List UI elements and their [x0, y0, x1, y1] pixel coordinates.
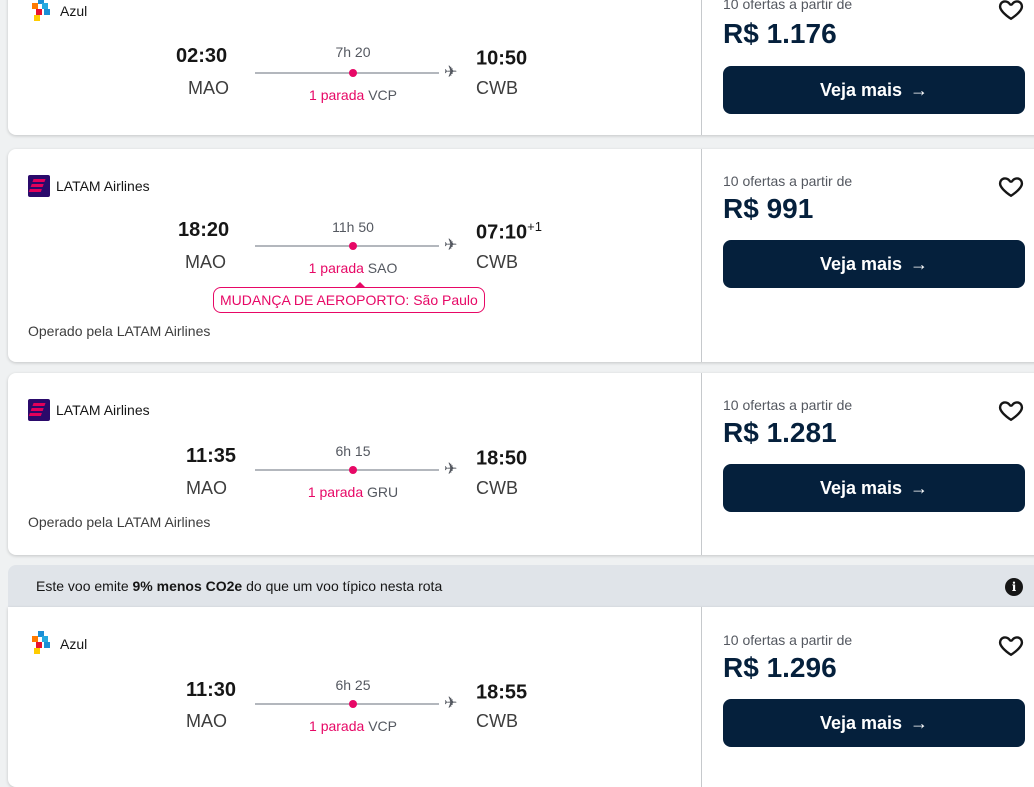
airport-change-warning: MUDANÇA DE AEROPORTO: São Paulo: [213, 282, 485, 313]
eco-banner: Este voo emite 9% menos CO2e do que um v…: [8, 565, 1034, 607]
route-line: [255, 72, 439, 74]
airline-name: LATAM Airlines: [56, 178, 150, 194]
route-line: [255, 703, 439, 705]
stops-info: 1 parada GRU: [253, 484, 453, 500]
airline: LATAM Airlines: [28, 175, 150, 197]
stop-dot: [349, 700, 357, 708]
arrival-airport: CWB: [476, 78, 518, 98]
flight-card-3[interactable]: LATAM Airlines 11:35 MAO 6h 15 ✈ 1 parad…: [8, 373, 1034, 555]
offers-text: 10 ofertas a partir de: [723, 173, 853, 189]
see-more-button[interactable]: Veja mais →: [723, 66, 1025, 114]
departure-airport: MAO: [186, 711, 228, 731]
stops-info: 1 parada SAO: [253, 260, 453, 276]
offers-text: 10 ofertas a partir de: [723, 632, 853, 648]
see-more-button[interactable]: Veja mais →: [723, 464, 1025, 512]
price: R$ 991: [723, 193, 814, 224]
airline-name: Azul: [60, 636, 88, 652]
stop-airport: GRU: [367, 484, 399, 500]
flight-details: Azul 02:30 MAO 7h 20 ✈ 1 parada VCP 10:5…: [8, 0, 701, 135]
offers-text: 10 ofertas a partir de: [723, 397, 853, 413]
route-line: [255, 469, 439, 471]
arrival-airport: CWB: [476, 252, 518, 272]
airline-name: LATAM Airlines: [56, 402, 150, 418]
azul-logo-icon: [28, 0, 54, 24]
plane-icon: ✈: [444, 461, 458, 478]
heart-icon[interactable]: [998, 0, 1024, 22]
arrival-time: 07:10+1: [476, 219, 542, 244]
plane-icon: ✈: [444, 695, 458, 712]
price-panel: 10 ofertas a partir de R$ 1.296 Veja mai…: [702, 607, 1034, 787]
stops-count: 1 parada: [307, 484, 364, 500]
arrival-airport: CWB: [476, 478, 518, 498]
azul-logo-icon: [28, 631, 54, 657]
flight-duration: 6h 25: [335, 677, 371, 693]
info-icon[interactable]: i: [1005, 578, 1023, 596]
departure-airport: MAO: [188, 78, 230, 98]
see-more-button[interactable]: Veja mais →: [723, 240, 1025, 288]
arrow-right-icon: →: [910, 712, 929, 733]
stops-count: 1 parada: [309, 718, 365, 734]
stops-info: 1 parada VCP: [253, 718, 453, 734]
stop-airport: VCP: [368, 87, 397, 103]
heart-icon[interactable]: [998, 397, 1024, 423]
plane-icon: ✈: [444, 237, 458, 254]
price: R$ 1.176: [723, 18, 837, 49]
operated-by: Operado pela LATAM Airlines: [28, 514, 211, 530]
stop-dot: [349, 466, 357, 474]
stop-dot: [349, 69, 357, 77]
arrow-right-icon: →: [910, 79, 929, 100]
arrival-airport: CWB: [476, 711, 518, 731]
stops-info: 1 parada VCP: [253, 87, 453, 103]
stops-count: 1 parada: [309, 87, 365, 103]
route-line: [255, 245, 439, 247]
arrival-time: 18:50: [476, 447, 528, 470]
heart-icon[interactable]: [998, 173, 1024, 199]
stop-airport: SAO: [367, 260, 398, 276]
price: R$ 1.281: [723, 417, 837, 448]
departure-time: 11:30: [186, 679, 237, 701]
flight-card-4[interactable]: Azul 11:30 MAO 6h 25 ✈ 1 parada VCP 18:5…: [8, 607, 1034, 787]
arrow-right-icon: →: [910, 477, 929, 498]
flight-details: Azul 11:30 MAO 6h 25 ✈ 1 parada VCP 18:5…: [8, 607, 701, 787]
arrival-time: 18:55: [476, 681, 528, 704]
offers-text: 10 ofertas a partir de: [723, 0, 853, 12]
flight-duration: 6h 15: [335, 443, 371, 459]
price-panel: 10 ofertas a partir de R$ 1.281 Veja mai…: [702, 373, 1034, 555]
plane-icon: ✈: [444, 64, 458, 81]
flight-details: LATAM Airlines 11:35 MAO 6h 15 ✈ 1 parad…: [8, 373, 701, 555]
flight-card-2[interactable]: LATAM Airlines 18:20 MAO 11h 50 ✈ 1 para…: [8, 149, 1034, 362]
stop-airport: VCP: [368, 718, 397, 734]
airline: Azul: [28, 0, 87, 24]
stops-count: 1 parada: [308, 260, 364, 276]
airline: LATAM Airlines: [28, 399, 150, 421]
see-more-button[interactable]: Veja mais →: [723, 699, 1025, 747]
departure-time: 02:30: [176, 45, 228, 67]
arrival-time: 10:50: [476, 47, 528, 70]
latam-logo-icon: [28, 175, 50, 197]
flight-details: LATAM Airlines 18:20 MAO 11h 50 ✈ 1 para…: [8, 149, 701, 362]
price-panel: 10 ofertas a partir de R$ 991 Veja mais →: [702, 149, 1034, 362]
heart-icon[interactable]: [998, 632, 1024, 658]
departure-airport: MAO: [186, 478, 228, 498]
flight-duration: 7h 20: [335, 44, 371, 60]
departure-time: 18:20: [178, 219, 230, 241]
airline-name: Azul: [60, 3, 88, 19]
operated-by: Operado pela LATAM Airlines: [28, 323, 211, 339]
departure-time: 11:35: [186, 445, 237, 467]
price: R$ 1.296: [723, 652, 837, 683]
arrow-right-icon: →: [910, 253, 929, 274]
airline: Azul: [28, 631, 87, 657]
flight-card-1[interactable]: Azul 02:30 MAO 7h 20 ✈ 1 parada VCP 10:5…: [8, 0, 1034, 135]
price-panel: 10 ofertas a partir de R$ 1.176 Veja mai…: [702, 0, 1034, 135]
stop-dot: [349, 242, 357, 250]
departure-airport: MAO: [185, 252, 227, 272]
latam-logo-icon: [28, 399, 50, 421]
flight-duration: 11h 50: [332, 219, 374, 235]
